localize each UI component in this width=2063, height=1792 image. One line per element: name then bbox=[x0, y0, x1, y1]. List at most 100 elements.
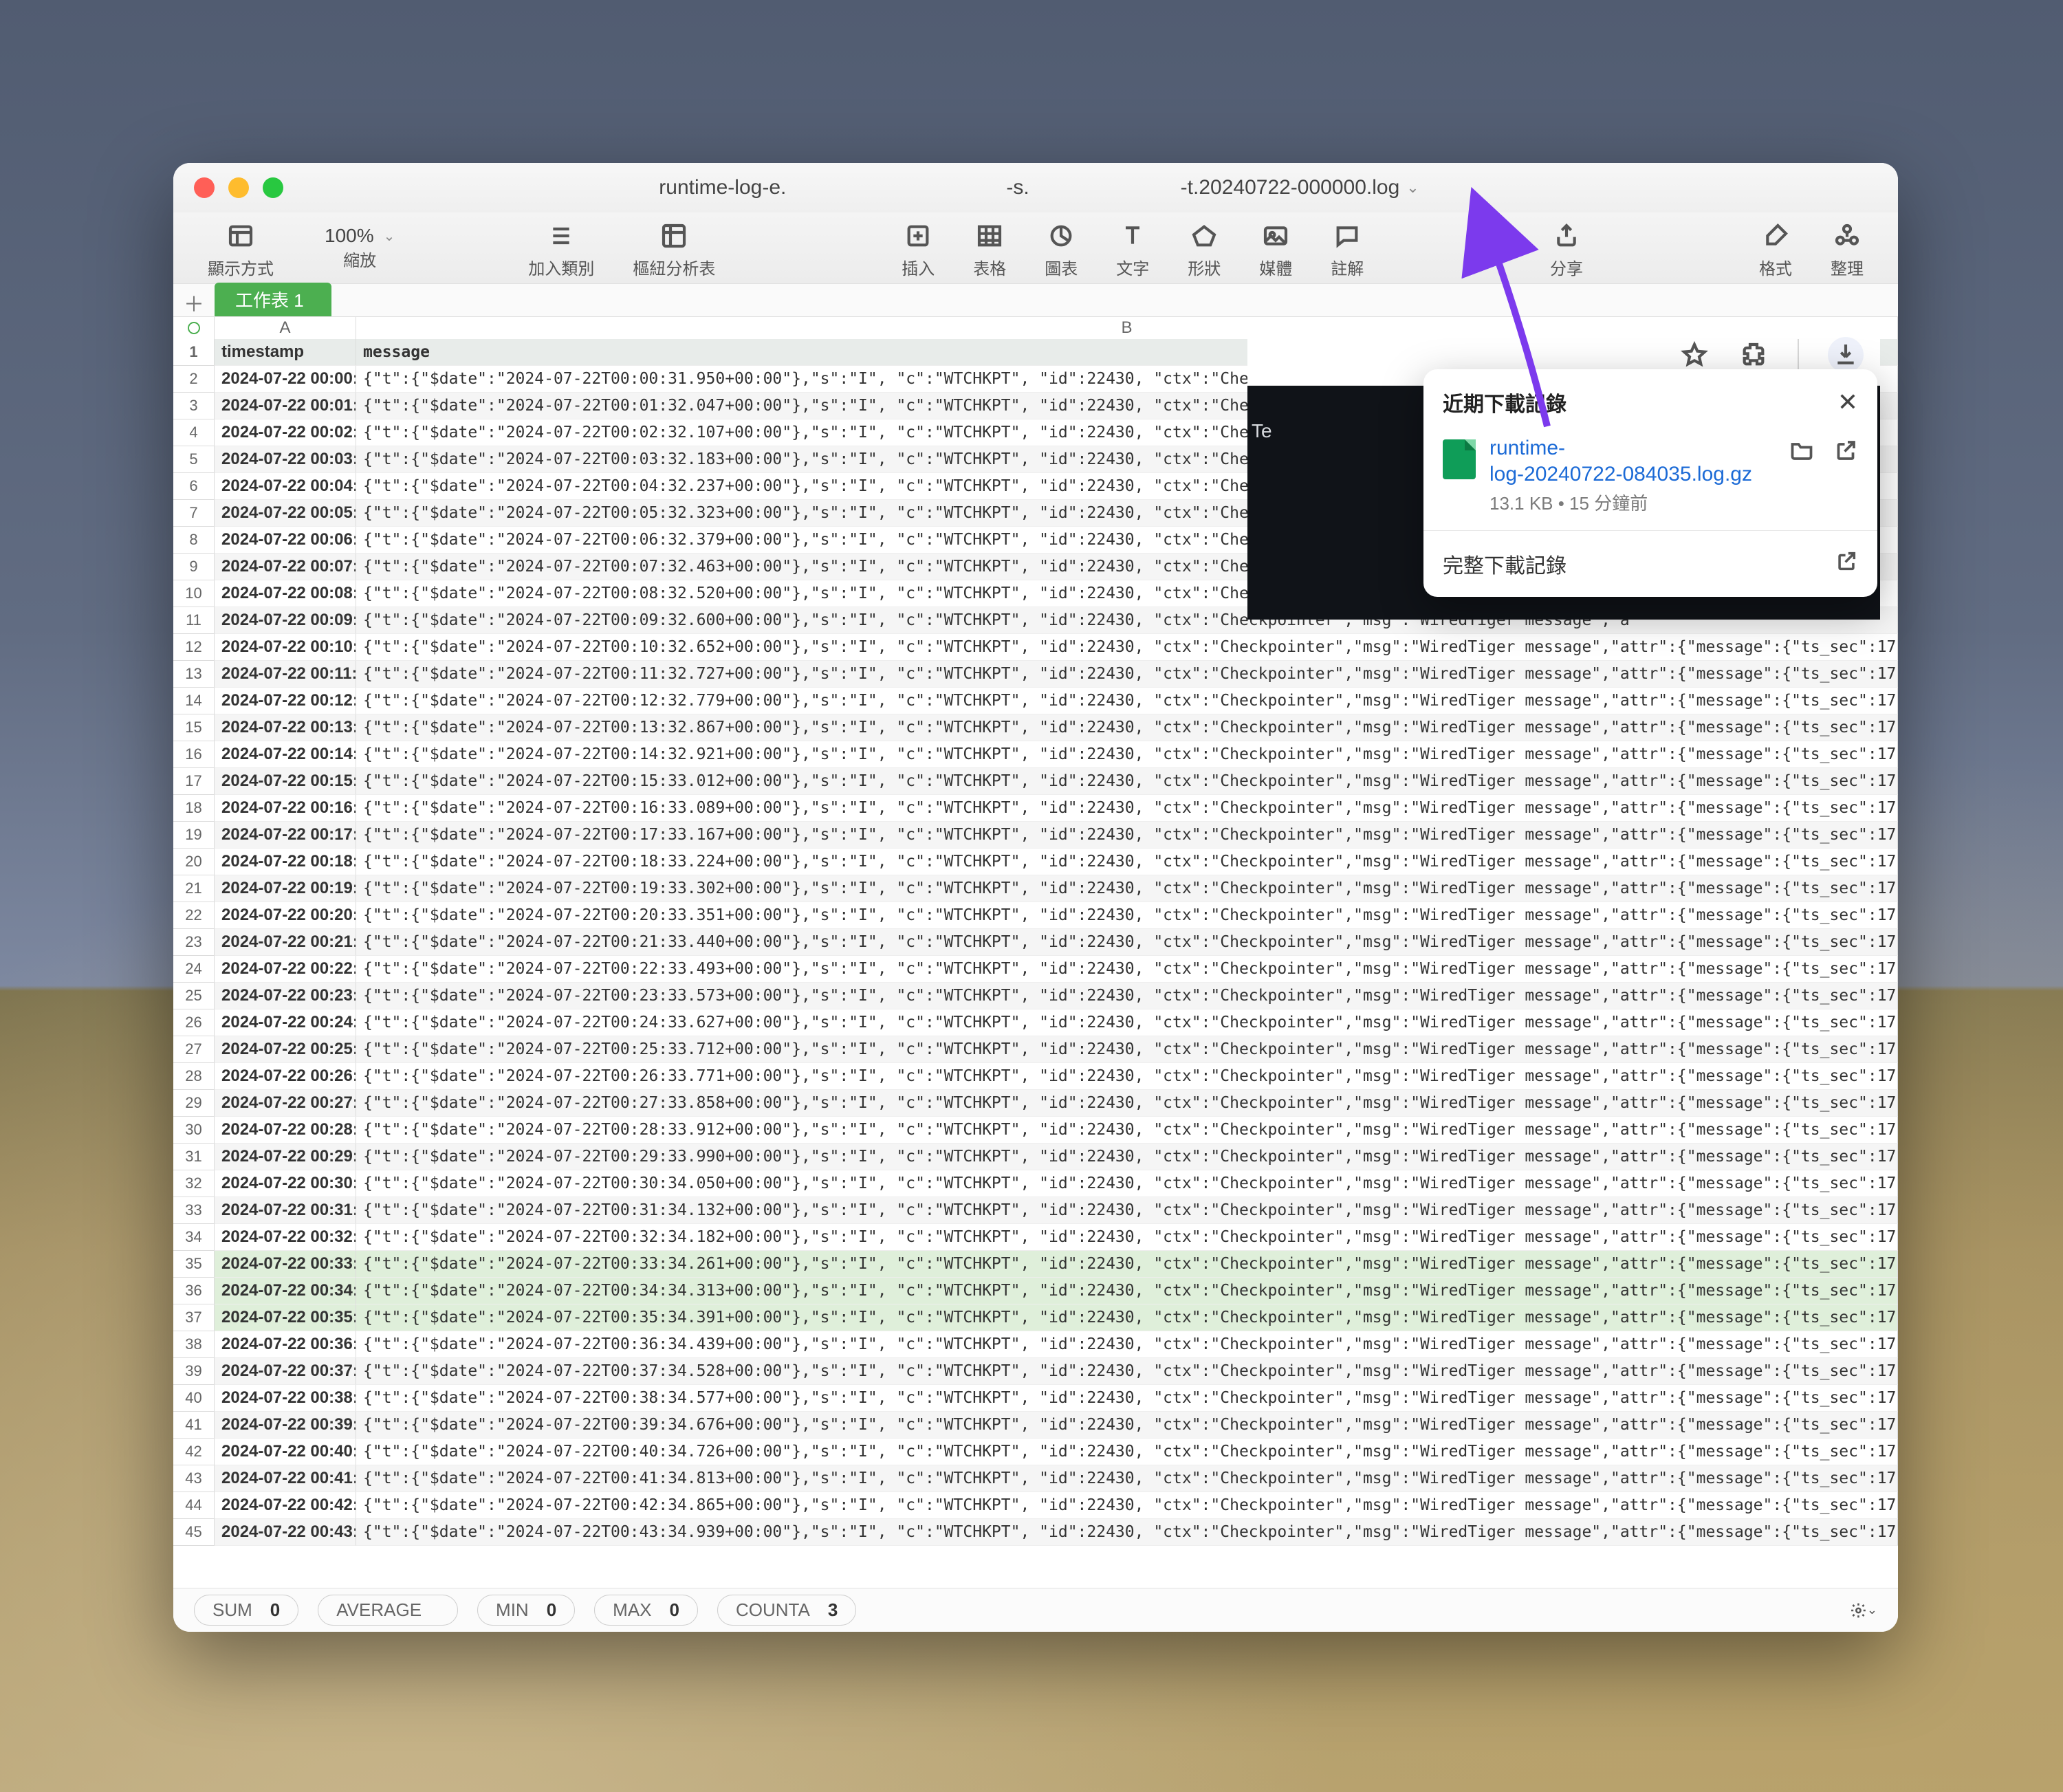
tool-insert[interactable]: 插入 bbox=[882, 212, 954, 283]
cell-timestamp[interactable]: 2024-07-22 00:10:32 bbox=[215, 634, 356, 661]
row-number[interactable]: 3 bbox=[173, 393, 215, 419]
row-number[interactable]: 31 bbox=[173, 1144, 215, 1170]
row-number[interactable]: 24 bbox=[173, 956, 215, 983]
row-number[interactable]: 37 bbox=[173, 1304, 215, 1331]
cell-timestamp[interactable]: 2024-07-22 00:01:32 bbox=[215, 393, 356, 419]
cell-message[interactable]: {"t":{"$date":"2024-07-22T00:16:33.089+0… bbox=[356, 795, 1898, 822]
row-number[interactable]: 33 bbox=[173, 1197, 215, 1224]
downloads-footer[interactable]: 完整下載記錄 bbox=[1423, 530, 1877, 597]
row-number[interactable]: 20 bbox=[173, 849, 215, 875]
cell-message[interactable]: {"t":{"$date":"2024-07-22T00:35:34.391+0… bbox=[356, 1304, 1898, 1331]
tool-view[interactable]: 顯示方式 bbox=[188, 212, 293, 283]
cell-message[interactable]: {"t":{"$date":"2024-07-22T00:20:33.351+0… bbox=[356, 902, 1898, 929]
table-row[interactable]: 282024-07-22 00:26:33{"t":{"$date":"2024… bbox=[173, 1063, 1898, 1090]
table-row[interactable]: 212024-07-22 00:19:33{"t":{"$date":"2024… bbox=[173, 875, 1898, 902]
cell-timestamp[interactable]: 2024-07-22 00:02:32 bbox=[215, 419, 356, 446]
cell-timestamp[interactable]: 2024-07-22 00:17:33 bbox=[215, 822, 356, 849]
cell-timestamp[interactable]: 2024-07-22 00:31:34 bbox=[215, 1197, 356, 1224]
row-number[interactable]: 41 bbox=[173, 1412, 215, 1439]
row-number[interactable]: 9 bbox=[173, 554, 215, 580]
cell-message[interactable]: {"t":{"$date":"2024-07-22T00:12:32.779+0… bbox=[356, 688, 1898, 714]
table-row[interactable]: 172024-07-22 00:15:33{"t":{"$date":"2024… bbox=[173, 768, 1898, 795]
cell-message[interactable]: {"t":{"$date":"2024-07-22T00:24:33.627+0… bbox=[356, 1009, 1898, 1036]
table-row[interactable]: 332024-07-22 00:31:34{"t":{"$date":"2024… bbox=[173, 1197, 1898, 1224]
cell-message[interactable]: {"t":{"$date":"2024-07-22T00:30:34.050+0… bbox=[356, 1170, 1898, 1197]
row-number[interactable]: 32 bbox=[173, 1170, 215, 1197]
cell-timestamp[interactable]: 2024-07-22 00:26:33 bbox=[215, 1063, 356, 1090]
table-row[interactable]: 342024-07-22 00:32:34{"t":{"$date":"2024… bbox=[173, 1224, 1898, 1251]
tool-pivot[interactable]: 樞紐分析表 bbox=[613, 212, 734, 283]
table-row[interactable]: 182024-07-22 00:16:33{"t":{"$date":"2024… bbox=[173, 795, 1898, 822]
table-row[interactable]: 402024-07-22 00:38:34{"t":{"$date":"2024… bbox=[173, 1385, 1898, 1412]
cell-message[interactable]: {"t":{"$date":"2024-07-22T00:39:34.676+0… bbox=[356, 1412, 1898, 1439]
cell-timestamp[interactable]: 2024-07-22 00:40:34 bbox=[215, 1439, 356, 1465]
table-row[interactable]: 162024-07-22 00:14:32{"t":{"$date":"2024… bbox=[173, 741, 1898, 768]
cell-timestamp[interactable]: 2024-07-22 00:33:34 bbox=[215, 1251, 356, 1278]
select-all-corner[interactable] bbox=[173, 317, 215, 339]
table-row[interactable]: 132024-07-22 00:11:32{"t":{"$date":"2024… bbox=[173, 661, 1898, 688]
minimize-window-button[interactable] bbox=[228, 177, 249, 198]
cell-message[interactable]: {"t":{"$date":"2024-07-22T00:18:33.224+0… bbox=[356, 849, 1898, 875]
row-number[interactable]: 34 bbox=[173, 1224, 215, 1251]
row-number[interactable]: 17 bbox=[173, 768, 215, 795]
cell-timestamp[interactable]: 2024-07-22 00:18:33 bbox=[215, 849, 356, 875]
tool-categories[interactable]: 加入類別 bbox=[509, 212, 613, 283]
row-number[interactable]: 7 bbox=[173, 500, 215, 527]
cell-message[interactable]: {"t":{"$date":"2024-07-22T00:38:34.577+0… bbox=[356, 1385, 1898, 1412]
cell-message[interactable]: {"t":{"$date":"2024-07-22T00:37:34.528+0… bbox=[356, 1358, 1898, 1385]
table-row[interactable]: 362024-07-22 00:34:34{"t":{"$date":"2024… bbox=[173, 1278, 1898, 1304]
cell-message[interactable]: {"t":{"$date":"2024-07-22T00:42:34.865+0… bbox=[356, 1492, 1898, 1519]
tool-chart[interactable]: 圖表 bbox=[1025, 212, 1097, 283]
tool-share[interactable]: 分享 bbox=[1531, 212, 1602, 283]
row-number[interactable]: 27 bbox=[173, 1036, 215, 1063]
column-header-A[interactable]: A bbox=[215, 317, 356, 339]
row-number[interactable]: 6 bbox=[173, 473, 215, 500]
cell-timestamp[interactable]: 2024-07-22 00:08:32 bbox=[215, 580, 356, 607]
table-row[interactable]: 192024-07-22 00:17:33{"t":{"$date":"2024… bbox=[173, 822, 1898, 849]
table-row[interactable]: 232024-07-22 00:21:33{"t":{"$date":"2024… bbox=[173, 929, 1898, 956]
cell-message[interactable]: {"t":{"$date":"2024-07-22T00:43:34.939+0… bbox=[356, 1519, 1898, 1546]
row-number[interactable]: 45 bbox=[173, 1519, 215, 1546]
tool-text[interactable]: 文字 bbox=[1097, 212, 1168, 283]
cell-message[interactable]: {"t":{"$date":"2024-07-22T00:29:33.990+0… bbox=[356, 1144, 1898, 1170]
cell-timestamp[interactable]: 2024-07-22 00:04:32 bbox=[215, 473, 356, 500]
header-cell-timestamp[interactable]: timestamp bbox=[215, 339, 356, 366]
row-number[interactable]: 18 bbox=[173, 795, 215, 822]
row-number[interactable]: 25 bbox=[173, 983, 215, 1009]
star-icon[interactable] bbox=[1679, 340, 1710, 370]
row-number[interactable]: 22 bbox=[173, 902, 215, 929]
stat-max[interactable]: MAX 0 bbox=[594, 1595, 698, 1626]
close-window-button[interactable] bbox=[194, 177, 215, 198]
row-number[interactable]: 12 bbox=[173, 634, 215, 661]
row-number[interactable]: 14 bbox=[173, 688, 215, 714]
stat-average[interactable]: AVERAGE bbox=[318, 1595, 458, 1626]
row-number[interactable]: 21 bbox=[173, 875, 215, 902]
cell-message[interactable]: {"t":{"$date":"2024-07-22T00:14:32.921+0… bbox=[356, 741, 1898, 768]
table-row[interactable]: 262024-07-22 00:24:33{"t":{"$date":"2024… bbox=[173, 1009, 1898, 1036]
cell-timestamp[interactable]: 2024-07-22 00:41:34 bbox=[215, 1465, 356, 1492]
cell-timestamp[interactable]: 2024-07-22 00:13:32 bbox=[215, 714, 356, 741]
table-row[interactable]: 382024-07-22 00:36:34{"t":{"$date":"2024… bbox=[173, 1331, 1898, 1358]
row-number[interactable]: 28 bbox=[173, 1063, 215, 1090]
table-row[interactable]: 142024-07-22 00:12:32{"t":{"$date":"2024… bbox=[173, 688, 1898, 714]
cell-timestamp[interactable]: 2024-07-22 00:20:33 bbox=[215, 902, 356, 929]
cell-timestamp[interactable]: 2024-07-22 00:29:33 bbox=[215, 1144, 356, 1170]
close-icon[interactable]: ✕ bbox=[1837, 388, 1858, 417]
zoom-window-button[interactable] bbox=[263, 177, 283, 198]
cell-message[interactable]: {"t":{"$date":"2024-07-22T00:32:34.182+0… bbox=[356, 1224, 1898, 1251]
table-row[interactable]: 202024-07-22 00:18:33{"t":{"$date":"2024… bbox=[173, 849, 1898, 875]
tool-comment[interactable]: 註解 bbox=[1311, 212, 1383, 283]
table-row[interactable]: 392024-07-22 00:37:34{"t":{"$date":"2024… bbox=[173, 1358, 1898, 1385]
row-number[interactable]: 11 bbox=[173, 607, 215, 634]
cell-message[interactable]: {"t":{"$date":"2024-07-22T00:40:34.726+0… bbox=[356, 1439, 1898, 1465]
extensions-icon[interactable] bbox=[1738, 340, 1769, 370]
cell-timestamp[interactable]: 2024-07-22 00:27:33 bbox=[215, 1090, 356, 1117]
cell-timestamp[interactable]: 2024-07-22 00:24:33 bbox=[215, 1009, 356, 1036]
cell-message[interactable]: {"t":{"$date":"2024-07-22T00:23:33.573+0… bbox=[356, 983, 1898, 1009]
download-file-name[interactable]: runtime- log-20240722-084035.log.gz bbox=[1489, 435, 1776, 487]
row-number[interactable]: 36 bbox=[173, 1278, 215, 1304]
cell-timestamp[interactable]: 2024-07-22 00:11:32 bbox=[215, 661, 356, 688]
row-number[interactable]: 1 bbox=[173, 339, 215, 366]
cell-timestamp[interactable]: 2024-07-22 00:15:33 bbox=[215, 768, 356, 795]
cell-timestamp[interactable]: 2024-07-22 00:25:33 bbox=[215, 1036, 356, 1063]
